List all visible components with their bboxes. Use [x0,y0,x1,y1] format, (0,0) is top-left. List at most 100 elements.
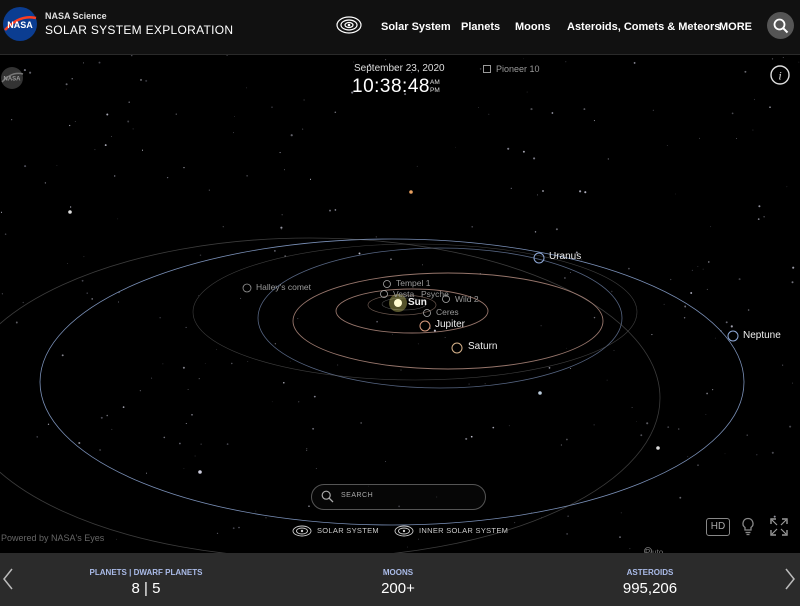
lightbulb-icon[interactable] [741,517,755,536]
star [560,444,562,446]
chevron-right-icon[interactable] [784,568,796,590]
star [697,464,699,466]
star [566,347,567,349]
star [566,533,568,535]
label-halleys-comet[interactable]: Halley's comet [256,282,311,292]
header-search-button[interactable] [767,12,794,39]
star [548,367,551,369]
star [15,321,18,324]
planets-dwarf-planets-label[interactable]: PLANETS | DWARF PLANETS [60,568,232,577]
top-navigation-bar: NASA NASA Science SOLAR SYSTEM EXPLORATI… [0,0,800,55]
star [106,113,109,116]
star [182,366,185,369]
star [636,420,638,422]
label-jupiter[interactable]: Jupiter [435,319,465,330]
inner-solar-system-view-button[interactable]: INNER SOLAR SYSTEM [394,525,508,537]
bright-star [198,470,202,474]
label-saturn[interactable]: Saturn [468,341,497,352]
solar-system-view-button[interactable]: SOLAR SYSTEM [292,525,379,537]
orbit-canvas[interactable] [0,55,800,553]
star [56,165,58,166]
label-vesta[interactable]: Vesta [393,289,414,299]
stats-footer: PLANETS | DWARF PLANETS 8 | 5 MOONS 200+… [0,553,800,606]
star [697,266,699,267]
star [0,211,3,213]
star [706,288,708,290]
hd-toggle-button[interactable]: HD [706,518,730,536]
label-tempel-1[interactable]: Tempel 1 [396,278,431,288]
star [691,269,694,272]
star [407,546,408,548]
search-input[interactable]: SEARCH [311,484,486,510]
star [747,309,750,311]
am-pm-indicator[interactable]: AM PM [430,79,440,95]
fullscreen-icon[interactable] [770,518,788,536]
star [306,448,308,450]
brand-subtitle[interactable]: NASA Science [45,11,107,21]
star [570,368,572,369]
label-wild-2[interactable]: Wild 2 [455,294,479,304]
nav-asteroids-comets-meteors[interactable]: Asteroids, Comets & Meteors [567,21,720,33]
moons-label[interactable]: MOONS [348,568,448,577]
info-icon[interactable]: i [770,65,790,85]
marker-saturn[interactable] [451,342,463,354]
star [281,228,282,230]
moons-count: 200+ [381,580,415,597]
star [537,194,538,196]
star [208,189,210,191]
label-uranus[interactable]: Uranus [549,251,581,262]
sun-body[interactable] [394,299,402,307]
powered-by-nasa-eyes[interactable]: Powered by NASA's Eyes [1,533,104,543]
star [619,536,621,538]
star [744,70,747,73]
pm-label: PM [430,87,440,94]
marker-tempel[interactable] [383,280,391,288]
nasa-logo-icon[interactable]: NASA [2,6,38,42]
star [714,337,716,339]
marker-neptune[interactable] [727,330,739,342]
marker-halley[interactable] [242,283,252,293]
star [4,233,7,235]
star [117,301,120,303]
star [183,468,185,470]
target-pioneer-10[interactable]: Pioneer 10 [483,64,540,74]
simulation-date[interactable]: September 23, 2020 [354,63,445,74]
marker-jupiter[interactable] [419,320,431,332]
star [551,112,554,114]
star [757,218,760,220]
star [198,295,199,296]
nav-more[interactable]: MORE [719,21,752,33]
star [226,55,228,56]
nav-moons[interactable]: Moons [515,21,550,33]
nav-solar-system[interactable]: Solar System [381,21,451,33]
star [566,438,568,441]
star [69,206,72,208]
asteroids-label[interactable]: ASTEROIDS [600,568,700,577]
marker-ceres[interactable] [423,309,431,317]
chevron-left-icon[interactable] [2,568,14,590]
label-ceres[interactable]: Ceres [436,307,459,317]
star [139,390,141,392]
nav-planets[interactable]: Planets [461,21,500,33]
nasa-eyes-logo-icon[interactable]: NASA [0,66,24,90]
label-psyche[interactable]: Psyche [421,289,449,299]
star [222,226,224,228]
star [376,320,378,323]
solar-system-view[interactable] [0,55,800,553]
star [166,176,169,179]
star [329,209,331,212]
star [763,216,765,218]
star [297,318,299,320]
star [422,264,423,266]
star [234,116,235,117]
star [417,538,420,540]
orbit-neptune [39,238,745,526]
star [232,527,235,530]
brand-title[interactable]: SOLAR SYSTEM EXPLORATION [45,23,233,37]
orbit-icon[interactable] [336,14,362,36]
label-neptune[interactable]: Neptune [743,330,781,341]
star [565,61,567,63]
target-label: Pioneer 10 [496,64,540,74]
simulation-time[interactable]: 10:38:48 [352,76,430,98]
star [216,349,217,350]
